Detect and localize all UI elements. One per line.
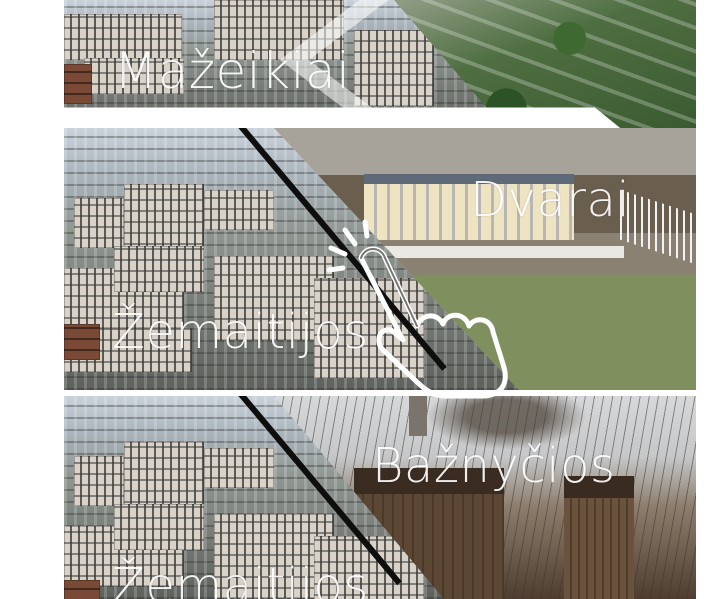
card-from-label: Žemaitijos bbox=[112, 558, 369, 599]
category-card-baznycios[interactable]: Bažnyčios Žemaitijos bbox=[64, 396, 696, 599]
category-card-mazeikiai[interactable]: Mažeikiai bbox=[64, 0, 696, 128]
card-from-label: Mažeikiai bbox=[114, 42, 351, 100]
hand-tap-icon bbox=[326, 219, 508, 399]
card-to-label: Bažnyčios bbox=[372, 438, 616, 494]
